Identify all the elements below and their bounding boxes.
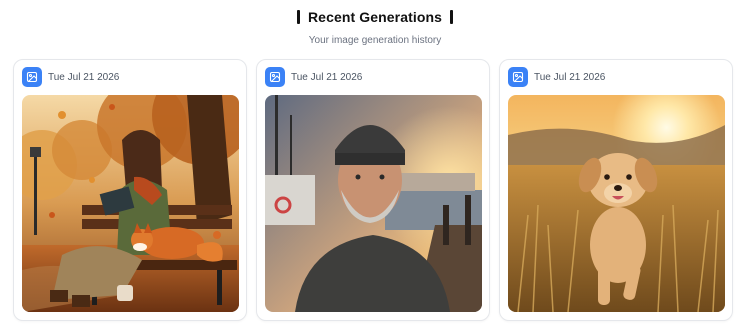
title-left-bar bbox=[296, 10, 300, 24]
card-header: Tue Jul 21 2026 bbox=[508, 67, 605, 87]
generation-card[interactable]: Tue Jul 21 2026 bbox=[13, 59, 247, 321]
generated-image[interactable] bbox=[508, 95, 725, 312]
card-header: Tue Jul 21 2026 bbox=[22, 67, 119, 87]
generation-date: Tue Jul 21 2026 bbox=[48, 71, 120, 83]
image-icon bbox=[508, 67, 528, 87]
generation-card[interactable]: Tue Jul 21 2026 bbox=[499, 59, 733, 321]
title-row: Recent Generations bbox=[296, 9, 454, 25]
page-title: Recent Generations bbox=[307, 9, 443, 25]
title-right-bar bbox=[450, 10, 454, 24]
page-subtitle: Your image generation history bbox=[308, 35, 442, 46]
generated-image[interactable] bbox=[265, 95, 482, 312]
image-icon bbox=[22, 67, 42, 87]
generations-grid: Tue Jul 21 2026 Tue Jul 21 2026 Tue Jul … bbox=[13, 59, 733, 321]
page-header: Recent Generations Your image generation… bbox=[0, 9, 750, 46]
card-header: Tue Jul 21 2026 bbox=[265, 67, 362, 87]
generated-image[interactable] bbox=[22, 95, 239, 312]
generation-date: Tue Jul 21 2026 bbox=[534, 71, 606, 83]
generation-card[interactable]: Tue Jul 21 2026 bbox=[256, 59, 490, 321]
image-icon bbox=[265, 67, 285, 87]
generation-date: Tue Jul 21 2026 bbox=[291, 71, 363, 83]
